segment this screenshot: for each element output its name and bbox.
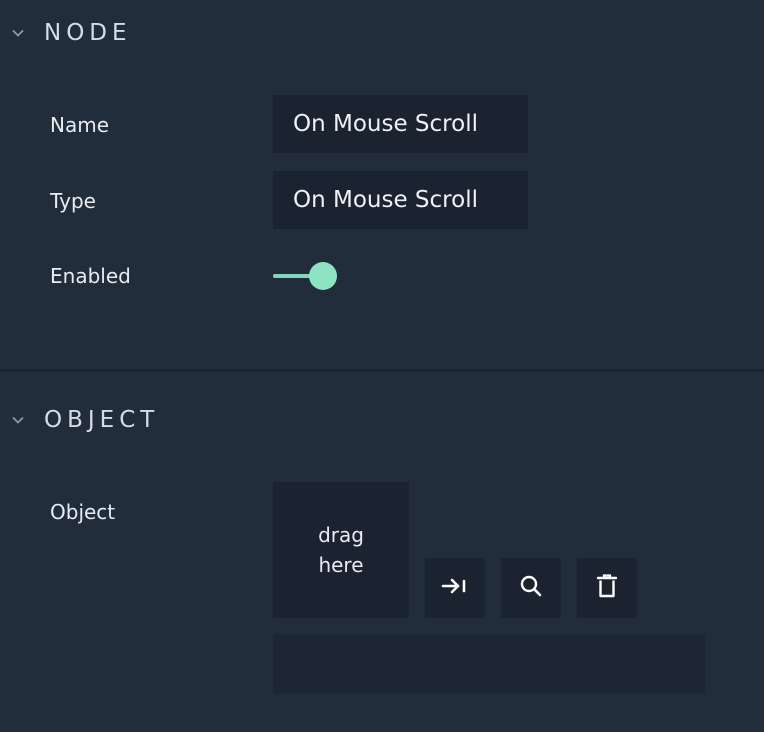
section-divider [0,369,764,372]
select-target-icon [441,576,469,601]
type-field[interactable]: On Mouse Scroll [273,171,528,229]
name-label: Name [50,113,110,137]
enabled-toggle[interactable] [273,262,339,290]
enabled-label: Enabled [50,264,131,288]
select-target-button[interactable] [425,558,485,618]
object-drop-zone[interactable]: drag here [273,482,409,618]
section-title-object: OBJECT [44,407,160,433]
object-section-header[interactable]: OBJECT [0,400,764,440]
node-section-header[interactable]: NODE [0,13,764,53]
type-label: Type [50,189,96,213]
name-field[interactable]: On Mouse Scroll [273,95,528,153]
object-path-field[interactable] [273,634,705,694]
chevron-down-icon[interactable] [10,25,26,41]
search-icon [518,573,544,604]
trash-icon [596,573,618,604]
drop-zone-text-line1: drag [318,523,364,547]
drop-zone-text-line2: here [318,553,364,577]
chevron-down-icon[interactable] [10,412,26,428]
search-button[interactable] [501,558,561,618]
toggle-knob[interactable] [309,262,337,290]
section-title-node: NODE [44,20,132,46]
delete-button[interactable] [577,558,637,618]
object-label: Object [50,500,116,524]
